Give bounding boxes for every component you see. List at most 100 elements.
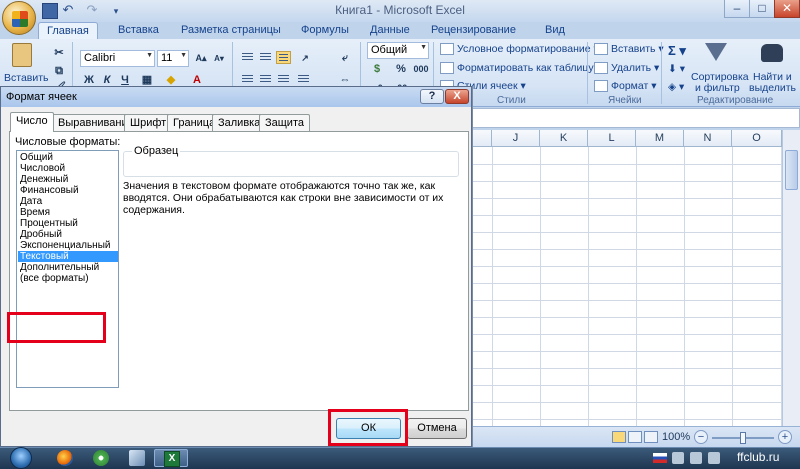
column-header[interactable]: K	[540, 130, 588, 147]
list-item[interactable]: (все форматы)	[18, 273, 118, 284]
conditional-formatting-button[interactable]: Условное форматирование ▾	[440, 43, 599, 56]
column-header[interactable]: J	[492, 130, 540, 147]
percent-button[interactable]: %	[392, 61, 410, 77]
office-logo-icon	[12, 11, 28, 27]
format-as-table-button[interactable]: Форматировать как таблицу ▾	[440, 62, 602, 75]
tab-review[interactable]: Рецензирование	[431, 24, 516, 36]
clear-icon[interactable]: ◈ ▾	[668, 81, 684, 93]
column-header-partial[interactable]	[472, 130, 492, 147]
copy-icon[interactable]: ⧉	[50, 63, 68, 79]
tray-icon[interactable]	[672, 452, 684, 464]
zoom-level[interactable]: 100%	[662, 431, 690, 443]
column-header[interactable]: L	[588, 130, 636, 147]
list-item[interactable]: Процентный	[18, 218, 118, 229]
list-item[interactable]: Общий	[18, 152, 118, 163]
grow-font-icon[interactable]: A▴	[192, 50, 210, 66]
currency-icon[interactable]: $	[368, 61, 386, 77]
list-item[interactable]: Экспоненциальный	[18, 240, 118, 251]
font-name-value: Calibri	[84, 52, 116, 64]
delete-cells-icon	[594, 62, 608, 75]
help-button[interactable]: ?	[420, 89, 444, 104]
tab-page-layout[interactable]: Разметка страницы	[181, 24, 281, 36]
chevron-down-icon: ▼	[420, 44, 427, 51]
dialog-title: Формат ячеек	[6, 91, 77, 103]
zoom-slider-thumb[interactable]	[740, 432, 746, 444]
page-layout-view-icon[interactable]	[628, 431, 642, 443]
cut-icon[interactable]: ✂	[50, 45, 68, 61]
tab-insert[interactable]: Вставка	[118, 24, 159, 36]
align-top-icon[interactable]	[240, 51, 255, 64]
font-size-combo[interactable]: 11 ▼	[157, 50, 189, 67]
dialog-close-button[interactable]: X	[445, 89, 469, 104]
normal-view-icon[interactable]	[612, 431, 626, 443]
dialog-title-bar[interactable]: Формат ячеек ? X	[1, 87, 471, 107]
wrap-text-icon[interactable]: ⤶	[336, 50, 354, 66]
align-middle-icon[interactable]	[258, 51, 273, 64]
number-format-combo[interactable]: Общий ▼	[367, 42, 429, 59]
list-item[interactable]: Время	[18, 207, 118, 218]
tab-home[interactable]: Главная	[38, 22, 98, 40]
list-item-selected[interactable]: Текстовый	[18, 251, 118, 262]
tab-font[interactable]: Шрифт	[124, 114, 173, 131]
taskbar-excel[interactable]: X	[154, 449, 188, 467]
paste-button[interactable]: Вставить	[4, 43, 49, 84]
column-header[interactable]: N	[684, 130, 732, 147]
cells-group-label: Ячейки	[608, 95, 642, 106]
language-flag-icon[interactable]	[653, 453, 667, 463]
formula-bar[interactable]	[472, 108, 800, 128]
list-item[interactable]: Дробный	[18, 229, 118, 240]
sort-filter-button[interactable]: Сортировка и фильтр	[691, 41, 749, 94]
taskbar-app[interactable]	[120, 449, 154, 467]
tab-formulas[interactable]: Формулы	[301, 24, 349, 36]
cancel-button[interactable]: Отмена	[407, 418, 467, 439]
zoom-in-button[interactable]: +	[778, 430, 792, 444]
scrollbar-thumb[interactable]	[785, 150, 798, 190]
conditional-formatting-label: Условное форматирование	[457, 43, 591, 55]
minimize-button[interactable]: –	[724, 0, 750, 18]
start-button[interactable]	[7, 447, 37, 469]
tab-view[interactable]: Вид	[545, 24, 565, 36]
insert-cells-button[interactable]: Вставить ▾	[594, 43, 664, 56]
watermark: ffclub.ru	[737, 450, 780, 464]
thousands-button[interactable]: 000	[412, 61, 430, 77]
tab-number[interactable]: Число	[10, 112, 54, 132]
align-right-icon[interactable]	[276, 73, 291, 86]
align-left-icon[interactable]	[240, 73, 255, 86]
worksheet-grid[interactable]: J K L M N O	[472, 130, 782, 426]
maximize-button[interactable]: □	[749, 0, 775, 18]
number-formats-list[interactable]: Общий Числовой Денежный Финансовый Дата …	[16, 150, 119, 388]
vertical-scrollbar[interactable]	[782, 130, 800, 426]
tab-data[interactable]: Данные	[370, 24, 410, 36]
list-item[interactable]: Дата	[18, 196, 118, 207]
indent-icon[interactable]	[296, 73, 311, 86]
tab-protection[interactable]: Защита	[259, 114, 310, 131]
zoom-out-button[interactable]: −	[694, 430, 708, 444]
volume-icon[interactable]	[708, 452, 720, 464]
grid-row-line	[472, 283, 782, 284]
list-item[interactable]: Денежный	[18, 174, 118, 185]
highlight-ok-button	[328, 409, 408, 446]
list-item[interactable]: Числовой	[18, 163, 118, 174]
taskbar-icq[interactable]	[84, 449, 118, 467]
align-center-icon[interactable]	[258, 73, 273, 86]
font-name-combo[interactable]: Calibri ▼	[80, 50, 155, 67]
list-item[interactable]: Финансовый	[18, 185, 118, 196]
fill-icon[interactable]: ⬇ ▾	[668, 63, 685, 75]
delete-cells-button[interactable]: Удалить ▾	[594, 62, 659, 75]
network-icon[interactable]	[690, 452, 702, 464]
column-header[interactable]: M	[636, 130, 684, 147]
grid-row-line	[472, 215, 782, 216]
find-select-button[interactable]: Найти и выделить	[749, 41, 797, 94]
align-bottom-icon[interactable]	[276, 51, 291, 64]
shrink-font-icon[interactable]: A▾	[210, 50, 228, 66]
autosum-button[interactable]: Σ ▾	[668, 43, 686, 59]
office-button[interactable]	[2, 1, 36, 35]
page-break-view-icon[interactable]	[644, 431, 658, 443]
format-cells-button[interactable]: Формат ▾	[594, 80, 657, 93]
column-header[interactable]: O	[732, 130, 782, 147]
find-select-line2: выделить	[749, 82, 797, 94]
close-window-button[interactable]: ✕	[774, 0, 800, 18]
list-item[interactable]: Дополнительный	[18, 262, 118, 273]
orientation-icon[interactable]: ↗	[296, 50, 314, 66]
taskbar-firefox[interactable]	[48, 449, 82, 467]
